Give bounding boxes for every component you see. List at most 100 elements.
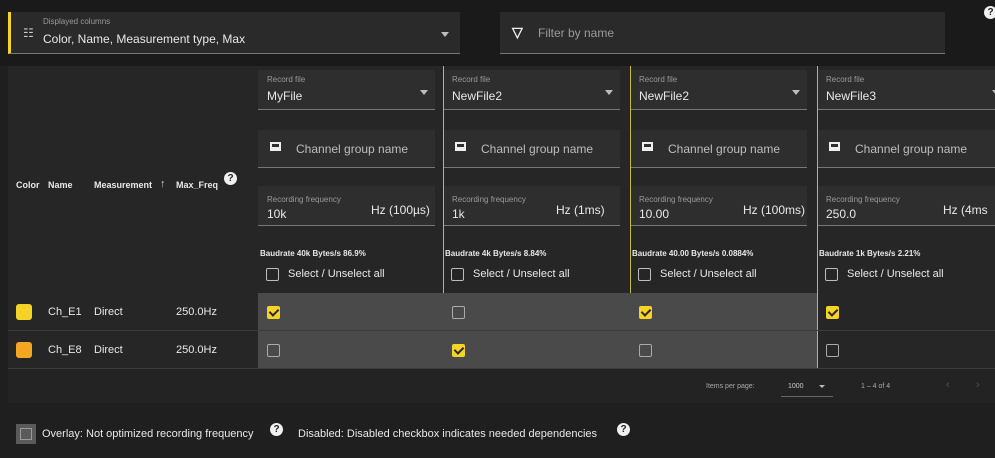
columns-value: Color, Name, Measurement type, Max [43, 32, 246, 46]
table-row [8, 332, 995, 368]
items-per-page-value: 1000 [788, 383, 804, 390]
select-all-label: Select / Unselect all [473, 268, 570, 280]
record-file-value: NewFile2 [639, 89, 690, 103]
record-file-label: Record file [826, 75, 865, 84]
select-all-checkbox[interactable] [266, 268, 279, 281]
max-freq-help-icon[interactable]: ? [224, 172, 237, 185]
record-file-value: NewFile3 [826, 89, 877, 103]
max-freq-value: 250.0Hz [176, 306, 217, 318]
help-icon[interactable]: ? [984, 6, 995, 19]
frequency-unit: Hz (100µs) [371, 203, 430, 217]
recording-frequency-input[interactable]: Recording frequency 250.0 Hz (4ms [817, 186, 995, 226]
frequency-value: 10k [267, 207, 287, 221]
recording-frequency-input[interactable]: Recording frequency 10k Hz (100µs) [258, 186, 435, 226]
overlay-legend-swatch [16, 424, 36, 444]
recording-frequency-input[interactable]: Recording frequency 10.00 Hz (100ms) [630, 186, 807, 226]
prev-page-icon[interactable]: ‹ [946, 379, 950, 391]
baudrate-text: Baudrate 1k Bytes/s 2.21% [819, 249, 921, 258]
measurement-type: Direct [94, 344, 123, 356]
header-max-freq[interactable]: Max_Freq [176, 180, 218, 190]
select-all-checkbox[interactable] [825, 268, 838, 281]
channel-record-checkbox[interactable] [452, 306, 465, 319]
column-settings-icon: ☷ [23, 26, 34, 40]
chevron-down-icon [441, 32, 449, 37]
chevron-down-icon [420, 90, 428, 95]
channel-group-icon [829, 142, 840, 151]
recording-frequency-input[interactable]: Recording frequency 1k Hz (1ms) [443, 186, 620, 226]
record-column-3: Record file NewFile3 Channel group name … [817, 66, 995, 291]
header-name[interactable]: Name [48, 180, 73, 190]
select-all-label: Select / Unselect all [847, 268, 944, 280]
record-column-0: Record file MyFile Channel group name Re… [258, 66, 443, 291]
channel-record-checkbox[interactable] [826, 306, 839, 319]
record-file-select[interactable]: Record file NewFile3 [817, 70, 995, 110]
select-all-checkbox[interactable] [451, 268, 464, 281]
channel-record-checkbox[interactable] [267, 344, 280, 357]
columns-label: Displayed columns [43, 17, 111, 26]
items-per-page-select[interactable]: 1000 [781, 377, 833, 397]
record-file-value: NewFile2 [452, 89, 503, 103]
select-all-checkbox[interactable] [638, 268, 651, 281]
channel-group-icon [642, 142, 653, 151]
channel-group-icon [455, 142, 466, 151]
measurement-type: Direct [94, 306, 123, 318]
displayed-columns-select[interactable]: ☷ Displayed columns Color, Name, Measure… [8, 12, 460, 54]
record-file-value: MyFile [267, 89, 303, 103]
items-per-page-label: Items per page: [706, 383, 755, 390]
channel-group-input[interactable]: Channel group name [443, 130, 620, 168]
disabled-help-icon[interactable]: ? [617, 423, 630, 436]
record-file-select[interactable]: Record file MyFile [258, 70, 435, 110]
frequency-label: Recording frequency [826, 195, 900, 204]
baudrate-text: Baudrate 4k Bytes/s 8.84% [445, 249, 547, 258]
record-file-select[interactable]: Record file NewFile2 [443, 70, 620, 110]
record-file-label: Record file [639, 75, 678, 84]
frequency-unit: Hz (100ms) [743, 203, 806, 217]
chevron-down-icon [605, 90, 613, 95]
baudrate-text: Baudrate 40.00 Bytes/s 0.0884% [632, 249, 754, 258]
filter-icon: ▽ [512, 24, 523, 40]
filter-field[interactable]: ▽ Filter by name [500, 12, 945, 54]
select-all-label: Select / Unselect all [660, 268, 757, 280]
channel-record-checkbox[interactable] [452, 344, 465, 357]
color-swatch[interactable] [16, 304, 32, 320]
table-row [8, 294, 995, 330]
record-column-2: Record file NewFile2 Channel group name … [630, 66, 817, 291]
channel-group-input[interactable]: Channel group name [630, 130, 807, 168]
baudrate-text: Baudrate 40k Bytes/s 86.9% [260, 249, 366, 258]
record-file-select[interactable]: Record file NewFile2 [630, 70, 807, 110]
header-color: Color [16, 180, 40, 190]
channel-group-input[interactable]: Channel group name [817, 130, 995, 168]
channel-record-checkbox[interactable] [267, 306, 280, 319]
overlay-help-icon[interactable]: ? [270, 423, 283, 436]
frequency-value: 10.00 [639, 207, 670, 221]
row-divider [8, 330, 995, 331]
frequency-value: 250.0 [826, 207, 857, 221]
channel-name: Ch_E8 [48, 344, 82, 356]
channel-group-input[interactable]: Channel group name [258, 130, 435, 168]
disabled-legend-text: Disabled: Disabled checkbox indicates ne… [298, 428, 598, 440]
channel-record-checkbox[interactable] [639, 344, 652, 357]
channel-record-checkbox[interactable] [639, 306, 652, 319]
channel-group-placeholder: Channel group name [296, 142, 409, 156]
page-range: 1 – 4 of 4 [861, 383, 891, 390]
frequency-label: Recording frequency [452, 195, 526, 204]
select-all-label: Select / Unselect all [288, 268, 385, 280]
frequency-unit: Hz (1ms) [556, 203, 605, 217]
max-freq-value: 250.0Hz [176, 344, 217, 356]
channel-record-checkbox[interactable] [826, 344, 839, 357]
frequency-label: Recording frequency [639, 195, 713, 204]
next-page-icon[interactable]: › [976, 379, 980, 391]
chevron-down-icon [819, 385, 825, 388]
record-file-label: Record file [267, 75, 306, 84]
paginator: Items per page: 1000 1 – 4 of 4 ‹ › [8, 369, 995, 403]
color-swatch[interactable] [16, 342, 32, 358]
channel-group-icon [270, 142, 281, 151]
frequency-value: 1k [452, 207, 465, 221]
chevron-down-icon [792, 90, 800, 95]
filter-input[interactable]: Filter by name [538, 26, 614, 40]
header-measurement[interactable]: Measurement [94, 180, 152, 190]
channel-group-placeholder: Channel group name [855, 142, 968, 156]
frequency-label: Recording frequency [267, 195, 341, 204]
sort-arrow-up-icon[interactable]: ↑ [160, 178, 166, 190]
channel-name: Ch_E1 [48, 306, 82, 318]
